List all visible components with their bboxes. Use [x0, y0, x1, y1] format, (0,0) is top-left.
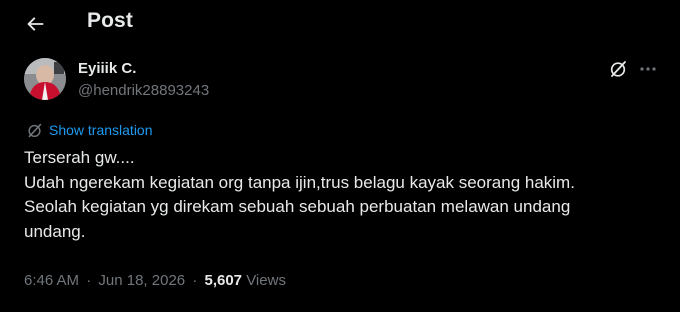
post-time[interactable]: 6:46 AM	[24, 272, 79, 289]
meta-separator: ·	[86, 272, 92, 289]
grok-button[interactable]	[607, 58, 629, 80]
author-handle[interactable]: @hendrik28893243	[78, 82, 209, 99]
translate-icon	[25, 121, 43, 139]
views-count: 5,607	[204, 272, 243, 289]
arrow-left-icon	[27, 17, 44, 31]
tweet-line: undang.	[24, 221, 86, 241]
back-button[interactable]	[20, 10, 50, 38]
author-name[interactable]: Eyiiik C.	[78, 60, 136, 77]
post-date[interactable]: Jun 18, 2026	[98, 272, 185, 289]
tweet-line: Udah ngerekam kegiatan org tanpa ijin,tr…	[24, 172, 575, 192]
avatar-image	[24, 58, 66, 100]
header-bar: Post	[0, 0, 680, 48]
post-meta: 6:46 AM · Jun 18, 2026 · 5,607 Views	[24, 272, 286, 289]
meta-separator: ·	[192, 272, 198, 289]
post-page: Post Eyiiik C. @hendrik28893243 Show tra…	[0, 0, 680, 312]
more-options-button[interactable]	[637, 58, 659, 80]
grok-icon	[610, 61, 626, 77]
show-translation-label: Show translation	[49, 122, 153, 138]
page-title: Post	[87, 9, 133, 32]
views-label: Views	[246, 272, 286, 289]
tweet-line: Seolah kegiatan yg direkam sebuah sebuah…	[24, 197, 571, 216]
show-translation-link[interactable]: Show translation	[25, 121, 153, 139]
tweet-text: Terserah gw.... Udah ngerekam kegiatan o…	[24, 146, 664, 244]
tweet-line: Terserah gw....	[24, 148, 135, 167]
more-horizontal-icon	[640, 67, 656, 71]
avatar[interactable]	[24, 58, 66, 100]
